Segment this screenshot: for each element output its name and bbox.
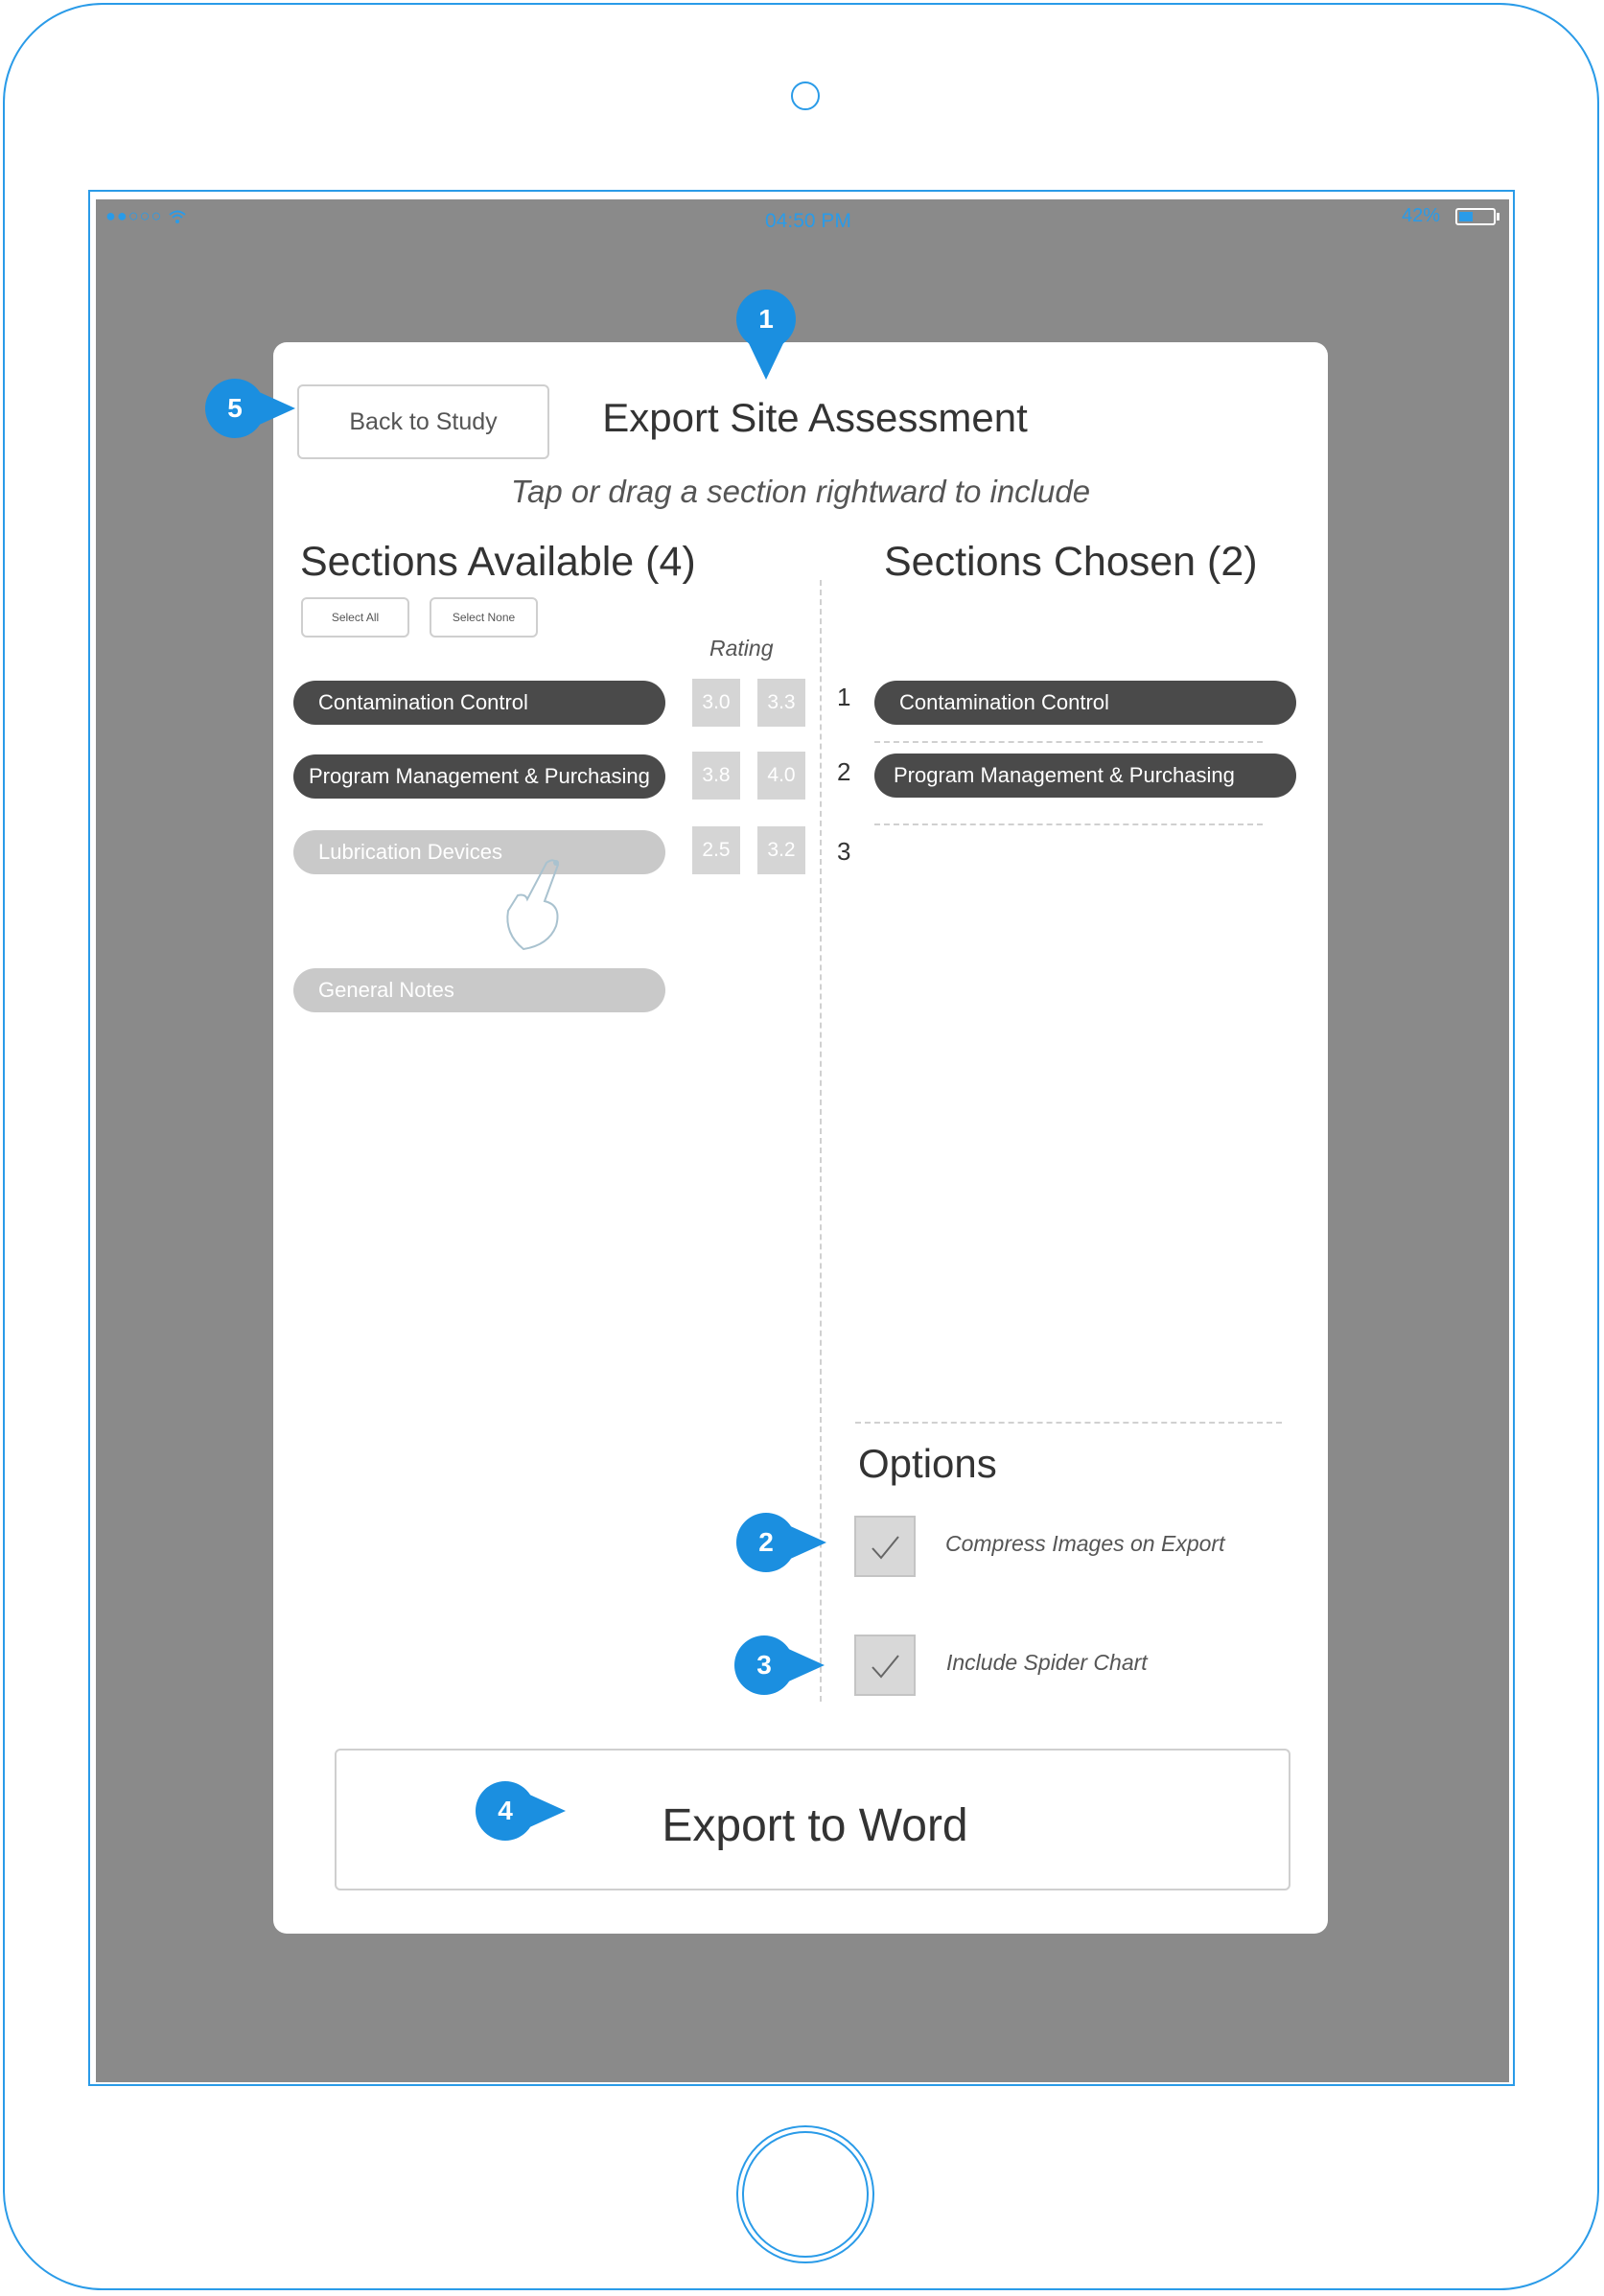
drag-hand-icon (506, 859, 560, 951)
slot-number: 1 (837, 683, 851, 711)
battery-level (1459, 212, 1473, 221)
available-section-item[interactable]: Program Management & Purchasing (293, 754, 665, 799)
callout-number: 4 (498, 1796, 513, 1825)
battery-tip (1497, 213, 1499, 220)
compress-images-label: Compress Images on Export (945, 1531, 1225, 1556)
slot-divider (874, 741, 1263, 743)
rating-value: 4.0 (757, 752, 805, 800)
status-time: 04:50 PM (765, 210, 851, 232)
slot-number: 2 (837, 757, 851, 786)
signal-strength-icon: ●●○○○ (105, 206, 187, 226)
callout-marker: 3 (732, 1634, 825, 1697)
sections-chosen-heading: Sections Chosen (2) (884, 539, 1258, 585)
select-all-button[interactable]: Select All (301, 597, 409, 638)
options-divider (855, 1422, 1282, 1424)
back-to-study-button[interactable]: Back to Study (297, 384, 549, 459)
export-button-label: Export to Word (662, 1800, 968, 1851)
sections-available-heading: Sections Available (4) (300, 539, 696, 585)
callout-marker: 1 (734, 288, 798, 380)
chosen-section-item[interactable]: Contamination Control (874, 681, 1296, 725)
checkmark-icon (872, 1536, 899, 1560)
available-section-item[interactable]: Contamination Control (293, 681, 665, 725)
camera-icon (791, 81, 820, 110)
slot-divider (874, 823, 1263, 825)
callout-number: 3 (756, 1650, 772, 1680)
available-section-item[interactable]: General Notes (293, 968, 665, 1012)
slot-number: 3 (837, 837, 851, 866)
dialog-title: Export Site Assessment (602, 395, 1028, 440)
battery-percent: 42% (1402, 205, 1441, 226)
compress-images-checkbox[interactable] (854, 1516, 916, 1577)
checkmark-icon (872, 1655, 899, 1679)
battery-icon (1455, 208, 1496, 225)
include-spider-chart-label: Include Spider Chart (946, 1650, 1148, 1675)
chosen-section-item[interactable]: Program Management & Purchasing (874, 754, 1296, 798)
options-heading: Options (858, 1441, 997, 1486)
rating-value: 2.5 (692, 826, 740, 874)
callout-number: 1 (758, 304, 774, 334)
rating-value: 3.8 (692, 752, 740, 800)
select-none-button[interactable]: Select None (430, 597, 538, 638)
rating-value: 3.2 (757, 826, 805, 874)
callout-marker: 2 (734, 1511, 826, 1574)
rating-value: 3.0 (692, 679, 740, 727)
rating-value: 3.3 (757, 679, 805, 727)
home-button-ring (742, 2131, 869, 2258)
rating-column-header: Rating (709, 636, 774, 661)
callout-marker: 4 (474, 1779, 566, 1843)
wifi-icon (169, 210, 187, 224)
include-spider-chart-checkbox[interactable] (854, 1635, 916, 1696)
callout-number: 5 (227, 393, 243, 423)
callout-marker: 5 (203, 377, 295, 440)
empty-drop-slot[interactable] (874, 830, 1296, 874)
callout-number: 2 (758, 1527, 774, 1557)
dialog-subtitle: Tap or drag a section rightward to inclu… (510, 474, 1091, 509)
available-section-item[interactable]: Lubrication Devices (293, 830, 665, 874)
